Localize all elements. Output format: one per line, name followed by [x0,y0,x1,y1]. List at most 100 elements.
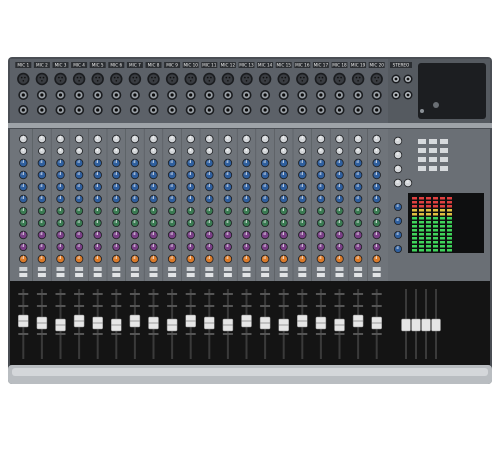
trs-input-jack-icon[interactable] [185,90,196,100]
eq-high-knob-icon[interactable] [205,207,214,215]
eq-high-knob-icon[interactable] [186,207,195,215]
master-select-button[interactable] [440,148,448,153]
eq-low-knob-icon[interactable] [242,243,251,251]
trs-input-jack-icon[interactable] [371,90,382,100]
eq-mid-knob-icon[interactable] [335,219,344,227]
trs-input-jack-icon[interactable] [18,105,29,115]
xlr-input-jack-icon[interactable] [333,72,346,86]
eq-low-knob-icon[interactable] [56,243,65,251]
eq-freq-knob-icon[interactable] [130,230,140,240]
eq-high-knob-icon[interactable] [354,207,363,215]
master-knob-icon[interactable] [393,136,403,146]
aux-knob-icon[interactable] [37,158,47,168]
aux-knob-icon[interactable] [260,170,270,180]
xlr-input-jack-icon[interactable] [147,72,160,86]
trim-knob-icon[interactable] [317,147,325,155]
solo-button[interactable] [223,273,232,277]
eq-freq-knob-icon[interactable] [37,230,47,240]
aux-knob-icon[interactable] [316,158,326,168]
aux-knob-icon[interactable] [279,182,288,192]
master-knob-icon[interactable] [403,178,413,188]
trs-input-jack-icon[interactable] [334,105,345,115]
trs-input-jack-icon[interactable] [55,90,66,100]
trs-input-jack-icon[interactable] [167,90,178,100]
aux-knob-icon[interactable] [353,158,363,168]
mute-button[interactable] [354,267,363,271]
trim-knob-icon[interactable] [354,147,362,155]
xlr-input-jack-icon[interactable] [370,72,383,86]
gain-knob-icon[interactable] [205,134,214,144]
eq-high-knob-icon[interactable] [223,207,232,215]
trs-input-jack-icon[interactable] [260,105,271,115]
aux-knob-icon[interactable] [56,182,65,192]
aux-master-knob-icon[interactable] [394,217,402,225]
trim-knob-icon[interactable] [75,147,83,155]
master-select-button[interactable] [429,166,437,171]
trim-knob-icon[interactable] [298,147,307,155]
aux-knob-icon[interactable] [112,194,121,204]
trs-input-jack-icon[interactable] [204,90,215,100]
pan-knob-icon[interactable] [242,254,251,264]
aux-knob-icon[interactable] [130,158,140,168]
aux-knob-icon[interactable] [372,170,381,180]
aux-knob-icon[interactable] [112,182,121,192]
master-select-button[interactable] [440,139,448,144]
trs-input-jack-icon[interactable] [204,105,215,115]
gain-knob-icon[interactable] [353,134,363,144]
eq-freq-knob-icon[interactable] [260,230,270,240]
mute-button[interactable] [298,267,307,271]
aux-knob-icon[interactable] [335,182,344,192]
mute-button[interactable] [93,267,102,271]
eq-low-knob-icon[interactable] [168,243,177,251]
eq-low-knob-icon[interactable] [279,243,288,251]
trs-input-jack-icon[interactable] [111,90,122,100]
aux-knob-icon[interactable] [112,158,121,168]
trs-input-jack-icon[interactable] [111,105,122,115]
aux-knob-icon[interactable] [186,194,195,204]
gain-knob-icon[interactable] [19,134,28,144]
master-select-button[interactable] [418,166,426,171]
aux-knob-icon[interactable] [19,170,28,180]
aux-knob-icon[interactable] [335,170,344,180]
gain-knob-icon[interactable] [167,134,177,144]
aux-knob-icon[interactable] [205,158,214,168]
aux-knob-icon[interactable] [37,182,47,192]
xlr-input-jack-icon[interactable] [203,72,216,86]
trs-input-jack-icon[interactable] [222,105,233,115]
xlr-input-jack-icon[interactable] [54,72,67,86]
xlr-input-jack-icon[interactable] [314,72,328,86]
xlr-input-jack-icon[interactable] [258,72,272,86]
xlr-input-jack-icon[interactable] [184,72,197,86]
pan-knob-icon[interactable] [223,254,233,264]
mute-button[interactable] [372,267,381,271]
pan-knob-icon[interactable] [316,254,326,264]
aux-knob-icon[interactable] [298,158,307,168]
mute-button[interactable] [112,267,121,271]
eq-mid-knob-icon[interactable] [316,219,325,227]
eq-freq-knob-icon[interactable] [205,230,214,240]
trim-knob-icon[interactable] [131,147,139,155]
eq-mid-knob-icon[interactable] [56,219,65,227]
eq-freq-knob-icon[interactable] [223,230,233,240]
aux-knob-icon[interactable] [37,194,47,204]
trim-knob-icon[interactable] [186,147,195,155]
gain-knob-icon[interactable] [112,134,121,144]
eq-freq-knob-icon[interactable] [298,230,307,240]
trs-input-jack-icon[interactable] [278,105,289,115]
eq-high-knob-icon[interactable] [242,207,251,215]
trs-input-jack-icon[interactable] [241,90,252,100]
solo-button[interactable] [149,273,158,277]
aux-knob-icon[interactable] [260,194,270,204]
xlr-input-jack-icon[interactable] [165,72,179,86]
mute-button[interactable] [223,267,232,271]
eq-high-knob-icon[interactable] [372,207,381,215]
eq-mid-knob-icon[interactable] [186,219,195,227]
eq-freq-knob-icon[interactable] [56,230,65,240]
trs-input-jack-icon[interactable] [353,105,364,115]
eq-low-knob-icon[interactable] [112,243,121,251]
eq-high-knob-icon[interactable] [19,207,28,215]
eq-mid-knob-icon[interactable] [112,219,121,227]
aux-knob-icon[interactable] [260,182,270,192]
aux-knob-icon[interactable] [298,170,307,180]
mute-button[interactable] [56,267,65,271]
